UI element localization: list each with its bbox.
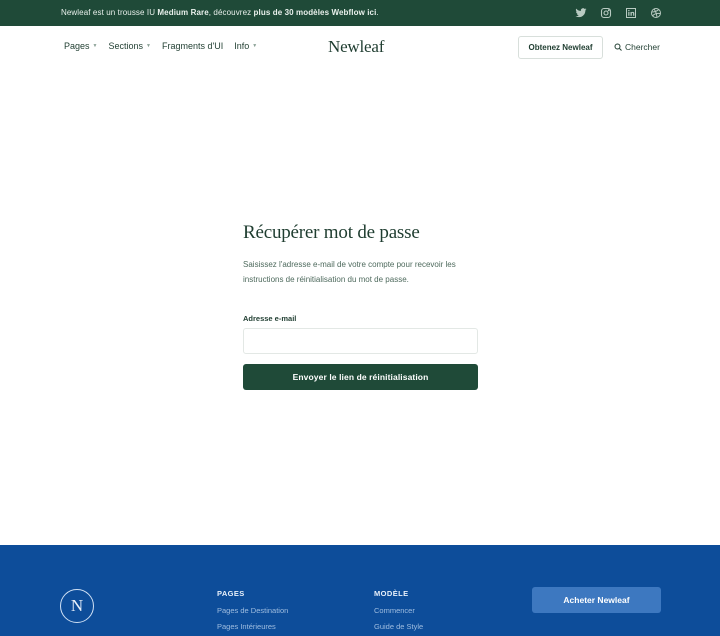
- password-recovery-form: Récupérer mot de passe Saisissez l'adres…: [243, 222, 478, 390]
- nav-menu: Pages ▼ Sections ▼ Fragments d'UI Info ▼: [64, 41, 257, 51]
- newleaf-badge-logo[interactable]: N: [60, 589, 94, 623]
- caret-down-icon: ▼: [252, 43, 258, 49]
- footer-link-landing-pages[interactable]: Pages de Destination: [217, 606, 288, 615]
- footer-column-template: MODÈLE Commencer Guide de Style: [374, 589, 423, 636]
- templates-link[interactable]: plus de 30 modèles Webflow ici: [254, 8, 377, 17]
- main-nav: Pages ▼ Sections ▼ Fragments d'UI Info ▼ Ne…: [0, 26, 720, 68]
- page-title: Récupérer mot de passe: [243, 222, 420, 243]
- twitter-icon[interactable]: [575, 7, 587, 19]
- nav-item-sections[interactable]: Sections ▼: [108, 41, 150, 51]
- dribbble-icon[interactable]: [650, 7, 662, 19]
- nav-item-pages[interactable]: Pages ▼: [64, 41, 97, 51]
- form-description: Saisissez l'adresse e-mail de votre comp…: [243, 260, 456, 284]
- linkedin-icon[interactable]: [625, 7, 637, 19]
- caret-down-icon: ▼: [92, 43, 98, 49]
- footer-column-heading: MODÈLE: [374, 589, 409, 598]
- footer-link-style-guide[interactable]: Guide de Style: [374, 622, 423, 631]
- social-links: [575, 7, 662, 19]
- site-footer: N PAGES Pages de Destination Pages Intér…: [0, 545, 720, 636]
- buy-newleaf-button[interactable]: Acheter Newleaf: [532, 587, 661, 613]
- announcement-text: Newleaf est un trousse IU Medium Rare, d…: [61, 8, 379, 17]
- get-newleaf-button[interactable]: Obtenez Newleaf: [518, 36, 603, 59]
- announcement-bar: Newleaf est un trousse IU Medium Rare, d…: [0, 0, 720, 26]
- nav-item-ui-fragments[interactable]: Fragments d'UI: [162, 41, 223, 51]
- send-reset-link-button[interactable]: Envoyer le lien de réinitialisation: [243, 364, 478, 390]
- search-button[interactable]: Chercher: [614, 42, 660, 52]
- footer-column-heading: PAGES: [217, 589, 245, 598]
- footer-link-get-started[interactable]: Commencer: [374, 606, 423, 615]
- nav-item-info[interactable]: Info ▼: [234, 41, 257, 51]
- site-logo[interactable]: Newleaf: [328, 37, 384, 57]
- caret-down-icon: ▼: [146, 43, 151, 49]
- footer-link-inner-pages[interactable]: Pages Intérieures: [217, 622, 288, 631]
- instagram-icon[interactable]: [600, 7, 612, 19]
- footer-column-pages: PAGES Pages de Destination Pages Intérie…: [217, 589, 288, 636]
- brand-link[interactable]: Medium Rare: [157, 8, 208, 17]
- email-label: Adresse e-mail: [243, 314, 297, 323]
- email-field[interactable]: [243, 328, 478, 354]
- search-icon: [614, 43, 622, 51]
